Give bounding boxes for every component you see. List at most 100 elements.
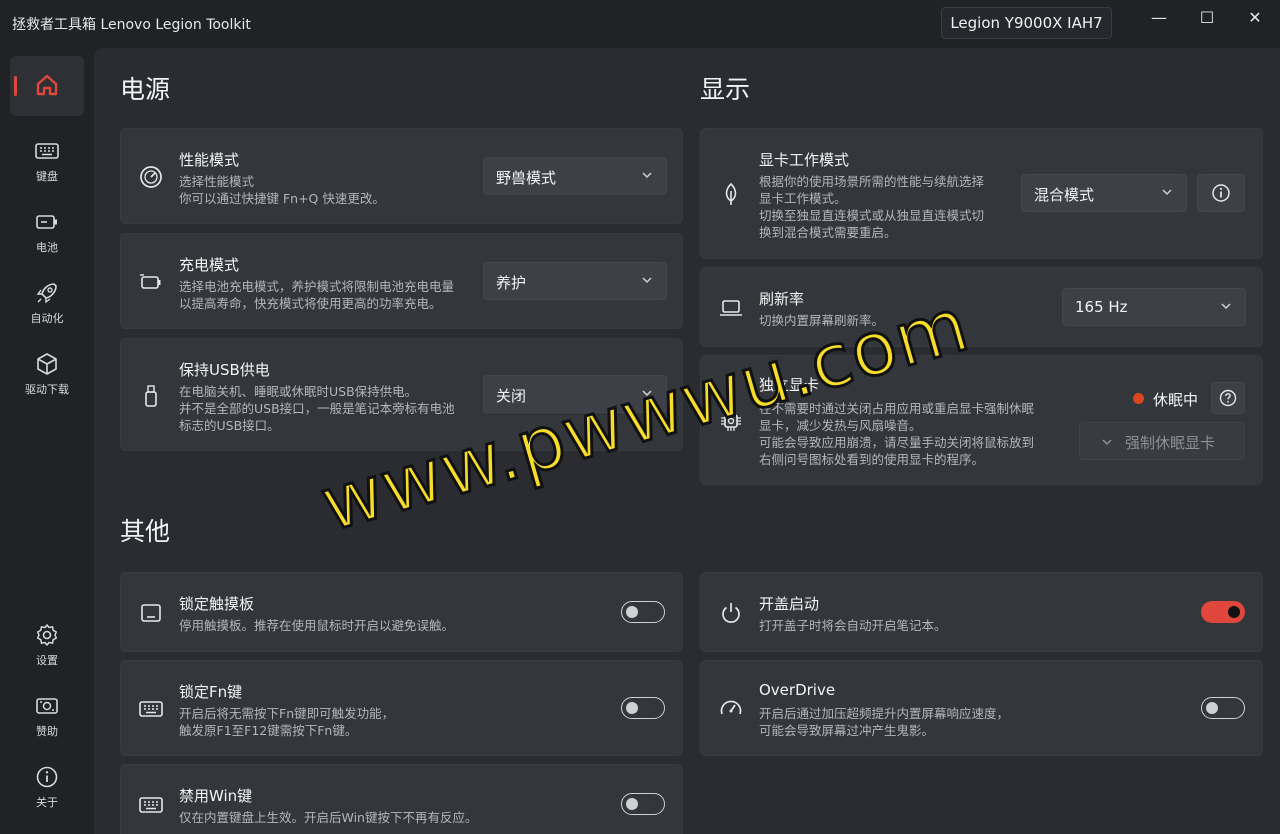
card-lid-power: 开盖启动 打开盖子时将会自动开启笔记本。 xyxy=(700,572,1263,652)
chevron-down-icon xyxy=(1102,439,1112,446)
touchpad-desc-1: 停用触摸板。推荐在使用鼠标时开启以避免误触。 xyxy=(179,618,455,633)
card-charge-mode: 充电模式 选择电池充电模式，养护模式将限制电池充电电量 以提高寿命，快充模式将使… xyxy=(120,233,683,329)
nav-item-keyboard[interactable]: 键盘 xyxy=(10,128,84,192)
title-bar: 拯救者工具箱 Lenovo Legion Toolkit Legion Y900… xyxy=(0,0,1280,46)
dgpu-help-button[interactable] xyxy=(1211,382,1245,414)
dgpu-title: 独立显卡 xyxy=(759,376,820,394)
charge-desc-2: 以提高寿命，快充模式将使用更高的功率充电。 xyxy=(179,296,442,311)
battery-icon xyxy=(36,215,57,229)
usb-desc-1: 在电脑关机、睡眠或休眠时USB保持供电。 xyxy=(179,384,418,399)
toggle-knob xyxy=(1206,701,1218,714)
chevron-down-icon xyxy=(642,277,652,284)
refresh-rate-value: 165 Hz xyxy=(1075,298,1128,316)
charge-mode-dropdown[interactable]: 养护 xyxy=(483,262,667,300)
refresh-desc-1: 切换内置屏幕刷新率。 xyxy=(759,313,885,328)
card-lock-touchpad: 锁定触摸板 停用触摸板。推荐在使用鼠标时开启以避免误触。 xyxy=(120,572,683,652)
maximize-button[interactable]: ☐ xyxy=(1192,8,1222,28)
keyboard-icon xyxy=(139,797,163,813)
dgpu-desc-2: 显卡，减少发热与风扇噪音。 xyxy=(759,418,922,433)
charge-title: 充电模式 xyxy=(179,256,240,274)
nav-label-donate: 赞助 xyxy=(36,725,58,738)
touchpad-title: 锁定触摸板 xyxy=(179,595,255,613)
card-overdrive: OverDrive 开启后通过加压超频提升内置屏幕响应速度， 可能会导致屏幕过冲… xyxy=(700,660,1263,756)
gpu-mode-value: 混合模式 xyxy=(1034,186,1095,204)
chevron-down-icon xyxy=(1221,303,1231,310)
gpu-mode-dropdown[interactable]: 混合模式 xyxy=(1021,174,1187,212)
lid-power-toggle[interactable] xyxy=(1201,601,1245,623)
gpu-mode-desc-2: 显卡工作模式。 xyxy=(759,191,847,206)
active-indicator xyxy=(14,76,17,96)
status-dot xyxy=(1133,393,1144,404)
refresh-rate-dropdown[interactable]: 165 Hz xyxy=(1062,288,1246,326)
gauge-icon xyxy=(720,700,742,715)
card-usb-power: 保持USB供电 在电脑关机、睡眠或休眠时USB保持供电。 并不是全部的USB接口… xyxy=(120,338,683,451)
nav-item-automation[interactable]: 自动化 xyxy=(10,270,84,334)
performance-mode-dropdown[interactable]: 野兽模式 xyxy=(483,157,667,195)
disable-win-toggle[interactable] xyxy=(621,793,665,815)
winkey-desc-1: 仅在内置键盘上生效。开启后Win键按下不再有反应。 xyxy=(179,810,478,825)
perf-desc-2: 你可以通过快捷键 Fn+Q 快速更改。 xyxy=(179,191,385,206)
app-title: 拯救者工具箱 Lenovo Legion Toolkit xyxy=(12,17,251,33)
gpu-mode-info-button[interactable] xyxy=(1197,174,1245,212)
overdrive-desc-2: 可能会导致屏幕过冲产生鬼影。 xyxy=(759,723,935,738)
nav-label-battery: 电池 xyxy=(36,241,58,254)
dgpu-desc-3: 可能会导致应用崩溃，请尽量手动关闭将鼠标放到 xyxy=(759,435,1035,450)
lidpower-title: 开盖启动 xyxy=(759,595,820,613)
gear-icon xyxy=(36,624,58,646)
nav-label-about: 关于 xyxy=(36,796,58,809)
lock-touchpad-toggle[interactable] xyxy=(621,601,665,623)
usb-power-value: 关闭 xyxy=(496,387,527,405)
battery-charge-icon xyxy=(140,274,161,289)
overdrive-desc-1: 开启后通过加压超频提升内置屏幕响应速度， xyxy=(759,706,1010,721)
nav-item-battery[interactable]: 电池 xyxy=(10,199,84,263)
info-icon xyxy=(36,766,58,788)
overdrive-title: OverDrive xyxy=(759,681,836,699)
section-title-power: 电源 xyxy=(120,75,171,104)
power-icon xyxy=(722,603,740,623)
usb-icon xyxy=(145,385,157,407)
usb-desc-3: 标志的USB接口。 xyxy=(179,418,280,433)
nav-item-drivers[interactable]: 驱动下载 xyxy=(10,341,84,405)
dgpu-desc-1: 在不需要时通过关闭占用应用或重启显卡强制休眠 xyxy=(759,401,1035,416)
toggle-knob xyxy=(626,701,638,714)
dgpu-status: 休眠中 xyxy=(1153,391,1199,409)
keyboard-icon xyxy=(35,143,59,159)
force-sleep-gpu-button[interactable]: 强制休眠显卡 xyxy=(1079,422,1245,460)
question-icon xyxy=(1219,389,1237,407)
gpu-mode-desc-1: 根据你的使用场景所需的性能与续航选择 xyxy=(759,174,985,189)
leaf-icon xyxy=(725,182,737,205)
lock-fn-toggle[interactable] xyxy=(621,697,665,719)
nav-item-home[interactable] xyxy=(10,56,84,116)
minimize-button[interactable]: — xyxy=(1144,8,1174,28)
laptop-icon xyxy=(720,300,742,316)
nav-label-keyboard: 键盘 xyxy=(36,170,58,183)
fnlock-title: 锁定Fn键 xyxy=(179,683,243,701)
nav-item-settings[interactable]: 设置 xyxy=(10,612,84,676)
info-icon xyxy=(1212,184,1230,202)
card-gpu-mode: 显卡工作模式 根据你的使用场景所需的性能与续航选择 显卡工作模式。 切换至独显直… xyxy=(700,128,1263,259)
nav-item-about[interactable]: 关于 xyxy=(10,754,84,818)
usb-title: 保持USB供电 xyxy=(179,361,270,379)
charge-desc-1: 选择电池充电模式，养护模式将限制电池充电电量 xyxy=(179,279,455,294)
gpu-mode-desc-3: 切换至独显直连模式或从独显直连模式切 xyxy=(759,208,985,223)
toggle-knob xyxy=(626,605,638,618)
touchpad-icon xyxy=(141,604,161,622)
nav-label-drivers: 驱动下载 xyxy=(25,383,69,396)
close-button[interactable]: ✕ xyxy=(1240,8,1270,28)
home-icon xyxy=(36,74,58,96)
speedometer-icon xyxy=(140,166,162,188)
section-title-display: 显示 xyxy=(700,75,751,104)
nav-label-automation: 自动化 xyxy=(30,312,64,325)
nav-label-settings: 设置 xyxy=(36,654,58,667)
performance-mode-value: 野兽模式 xyxy=(496,169,557,187)
perf-desc-1: 选择性能模式 xyxy=(179,174,255,189)
fnlock-desc-2: 触发原F1至F12键需按下Fn键。 xyxy=(179,723,358,738)
overdrive-toggle[interactable] xyxy=(1201,697,1245,719)
keyboard-icon xyxy=(139,701,163,717)
nav-item-donate[interactable]: 赞助 xyxy=(10,683,84,747)
main-content: 电源 显示 其他 性能模式 选择性能模式 你可以通过快捷键 Fn+Q 快速更改。… xyxy=(94,48,1280,834)
winkey-title: 禁用Win键 xyxy=(179,787,253,805)
usb-power-dropdown[interactable]: 关闭 xyxy=(483,375,667,413)
gpu-mode-title: 显卡工作模式 xyxy=(759,151,850,169)
fnlock-desc-1: 开启后将无需按下Fn键即可触发功能， xyxy=(179,706,395,721)
